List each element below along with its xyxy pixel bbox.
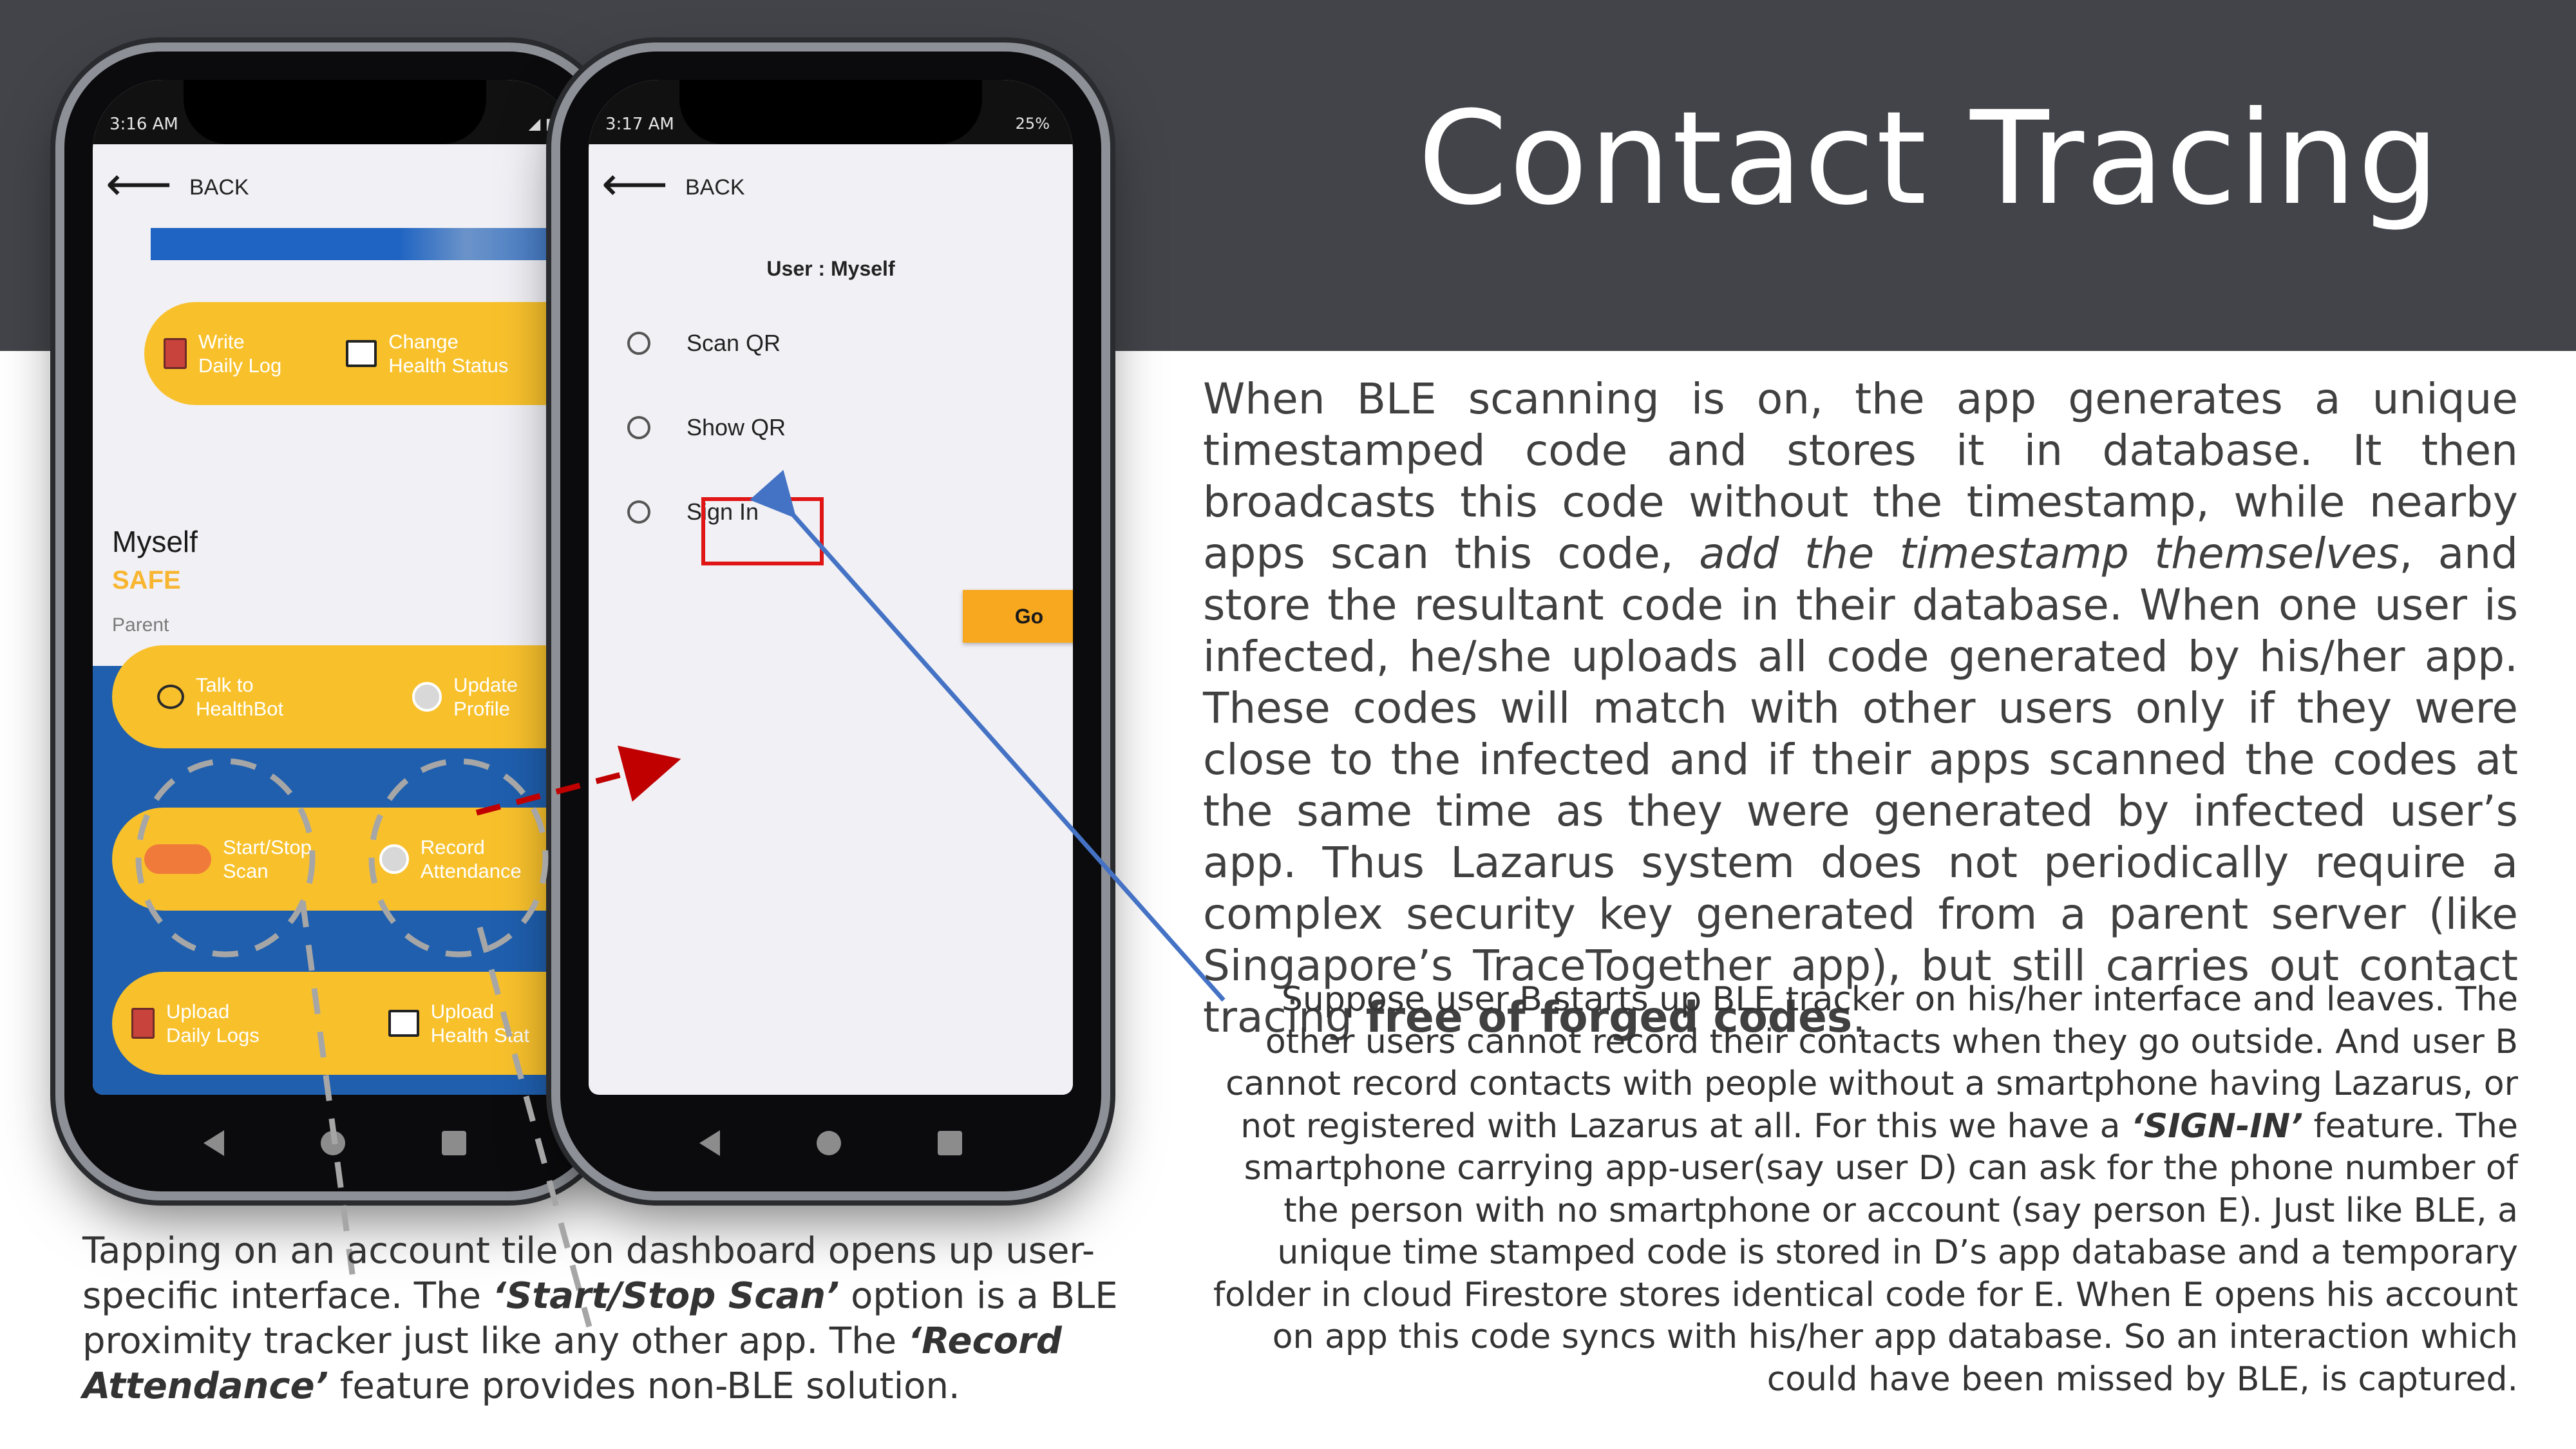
nav-bar-2	[560, 1095, 1101, 1191]
signal-icon: ◢ ▮	[528, 115, 554, 133]
start-stop-scan-button[interactable]: Start/Stop Scan	[144, 835, 312, 883]
talk-to-label: Talk to	[196, 673, 254, 696]
slide-title: Contact Tracing	[1417, 84, 2441, 234]
bottom-text-bold1: ‘Start/Stop Scan’	[492, 1275, 840, 1317]
phone-dashboard: 3:16 AM ◢ ▮ ⟵ BACK Write Daily Log Change…	[64, 52, 605, 1191]
main-text-b: , and store the resultant code in their …	[1203, 529, 2518, 1042]
chat-icon	[157, 685, 184, 709]
back-button-label-2[interactable]: BACK	[685, 175, 745, 200]
row-upload: Upload Daily Logs Upload Health Stat	[112, 972, 577, 1075]
profile-name: Myself	[112, 525, 198, 558]
main-description: When BLE scanning is on, the app generat…	[1203, 374, 2518, 1043]
daily-logs-label: Daily Logs	[166, 1024, 260, 1046]
bottom-text-c: feature provides non-BLE solution.	[328, 1365, 960, 1407]
sec-text-b: feature. The smartphone carrying app-use…	[1213, 1106, 2518, 1399]
upload2-label: Upload	[430, 999, 494, 1023]
healthbot-label: HealthBot	[196, 697, 284, 720]
upload-label: Upload	[166, 999, 230, 1023]
change-health-status-button[interactable]: Change Health Status	[346, 330, 508, 377]
option-scan-qr[interactable]: Scan QR	[627, 330, 781, 357]
back-button-label[interactable]: BACK	[189, 175, 249, 200]
back-arrow-icon-2[interactable]: ⟵	[601, 160, 668, 207]
health-stat-label: Health Stat	[430, 1024, 530, 1046]
row-write-change: Write Daily Log Change Health Status	[144, 302, 577, 405]
write-label: Write	[198, 330, 245, 353]
option-scan-qr-label: Scan QR	[687, 330, 781, 356]
status-bar-2: 3:17 AM 25%	[589, 80, 1073, 144]
book-icon	[164, 338, 187, 369]
attendance-label: Attendance	[420, 860, 522, 882]
upload-ekg-icon	[388, 1010, 419, 1037]
battery-percent: 25%	[1015, 115, 1050, 133]
main-text-italic: add the timestamp themselves	[1699, 529, 2400, 578]
go-button[interactable]: Go	[963, 590, 1073, 643]
attendance-icon	[379, 844, 409, 874]
profile-role: Parent	[112, 614, 169, 636]
sign-in-highlight-box	[701, 497, 824, 565]
nav-home-icon-2[interactable]	[817, 1131, 841, 1155]
talk-to-healthbot-button[interactable]: Talk to HealthBot	[157, 673, 283, 721]
start-stop-label: Start/Stop	[223, 835, 312, 858]
nav-recent-icon[interactable]	[442, 1131, 466, 1155]
nav-home-icon[interactable]	[321, 1131, 345, 1155]
sign-in-description: Suppose user B starts up BLE tracker on …	[1191, 979, 2518, 1401]
status-time: 3:16 AM	[109, 115, 178, 134]
banner-strip	[151, 228, 577, 260]
record-attendance-button[interactable]: Record Attendance	[379, 835, 522, 883]
option-show-qr-label: Show QR	[687, 414, 786, 440]
scan-toggle-icon	[144, 844, 211, 874]
status-bar: 3:16 AM ◢ ▮	[93, 80, 577, 144]
upload-book-icon	[131, 1008, 155, 1039]
camera-notch	[184, 80, 486, 144]
radio-sign-in[interactable]	[627, 500, 650, 524]
update-label: Update	[453, 673, 518, 696]
status-time-2: 3:17 AM	[605, 115, 674, 134]
profile-status: SAFE	[112, 566, 181, 594]
health-status-label: Health Status	[388, 354, 509, 377]
row-scan-attendance: Start/Stop Scan Record Attendance	[112, 808, 577, 911]
phone-signin-screen: 3:17 AM 25% ⟵ BACK User : Myself Scan QR…	[589, 80, 1073, 1095]
upload-daily-logs-button[interactable]: Upload Daily Logs	[131, 999, 260, 1047]
phone-dashboard-screen: 3:16 AM ◢ ▮ ⟵ BACK Write Daily Log Change…	[93, 80, 577, 1095]
radio-scan-qr[interactable]	[627, 332, 650, 355]
record-label: Record	[420, 835, 485, 858]
daily-log-label: Daily Log	[198, 354, 282, 377]
row-talk-update: Talk to HealthBot Update Profile	[112, 645, 577, 748]
sec-text-bold: ‘SIGN-IN’	[2130, 1106, 2303, 1146]
update-profile-button[interactable]: Update Profile	[412, 673, 518, 721]
scan-label: Scan	[223, 860, 269, 882]
ekg-icon	[346, 340, 377, 367]
write-daily-log-button[interactable]: Write Daily Log	[164, 330, 281, 377]
edit-icon	[412, 682, 442, 712]
upload-health-status-button[interactable]: Upload Health Stat	[388, 999, 529, 1047]
dashboard-description: Tapping on an account tile on dashboard …	[82, 1229, 1190, 1409]
nav-recent-icon-2[interactable]	[938, 1131, 962, 1155]
nav-back-icon[interactable]	[204, 1130, 224, 1156]
phone-signin: 3:17 AM 25% ⟵ BACK User : Myself Scan QR…	[560, 52, 1101, 1191]
user-line: User : Myself	[766, 257, 895, 280]
profile-label: Profile	[453, 697, 511, 720]
nav-back-icon-2[interactable]	[699, 1130, 720, 1156]
camera-notch-2	[679, 80, 982, 144]
nav-bar	[64, 1095, 605, 1191]
change-label: Change	[388, 330, 459, 353]
back-arrow-icon[interactable]: ⟵	[106, 160, 172, 207]
option-show-qr[interactable]: Show QR	[627, 414, 786, 441]
radio-show-qr[interactable]	[627, 416, 650, 439]
